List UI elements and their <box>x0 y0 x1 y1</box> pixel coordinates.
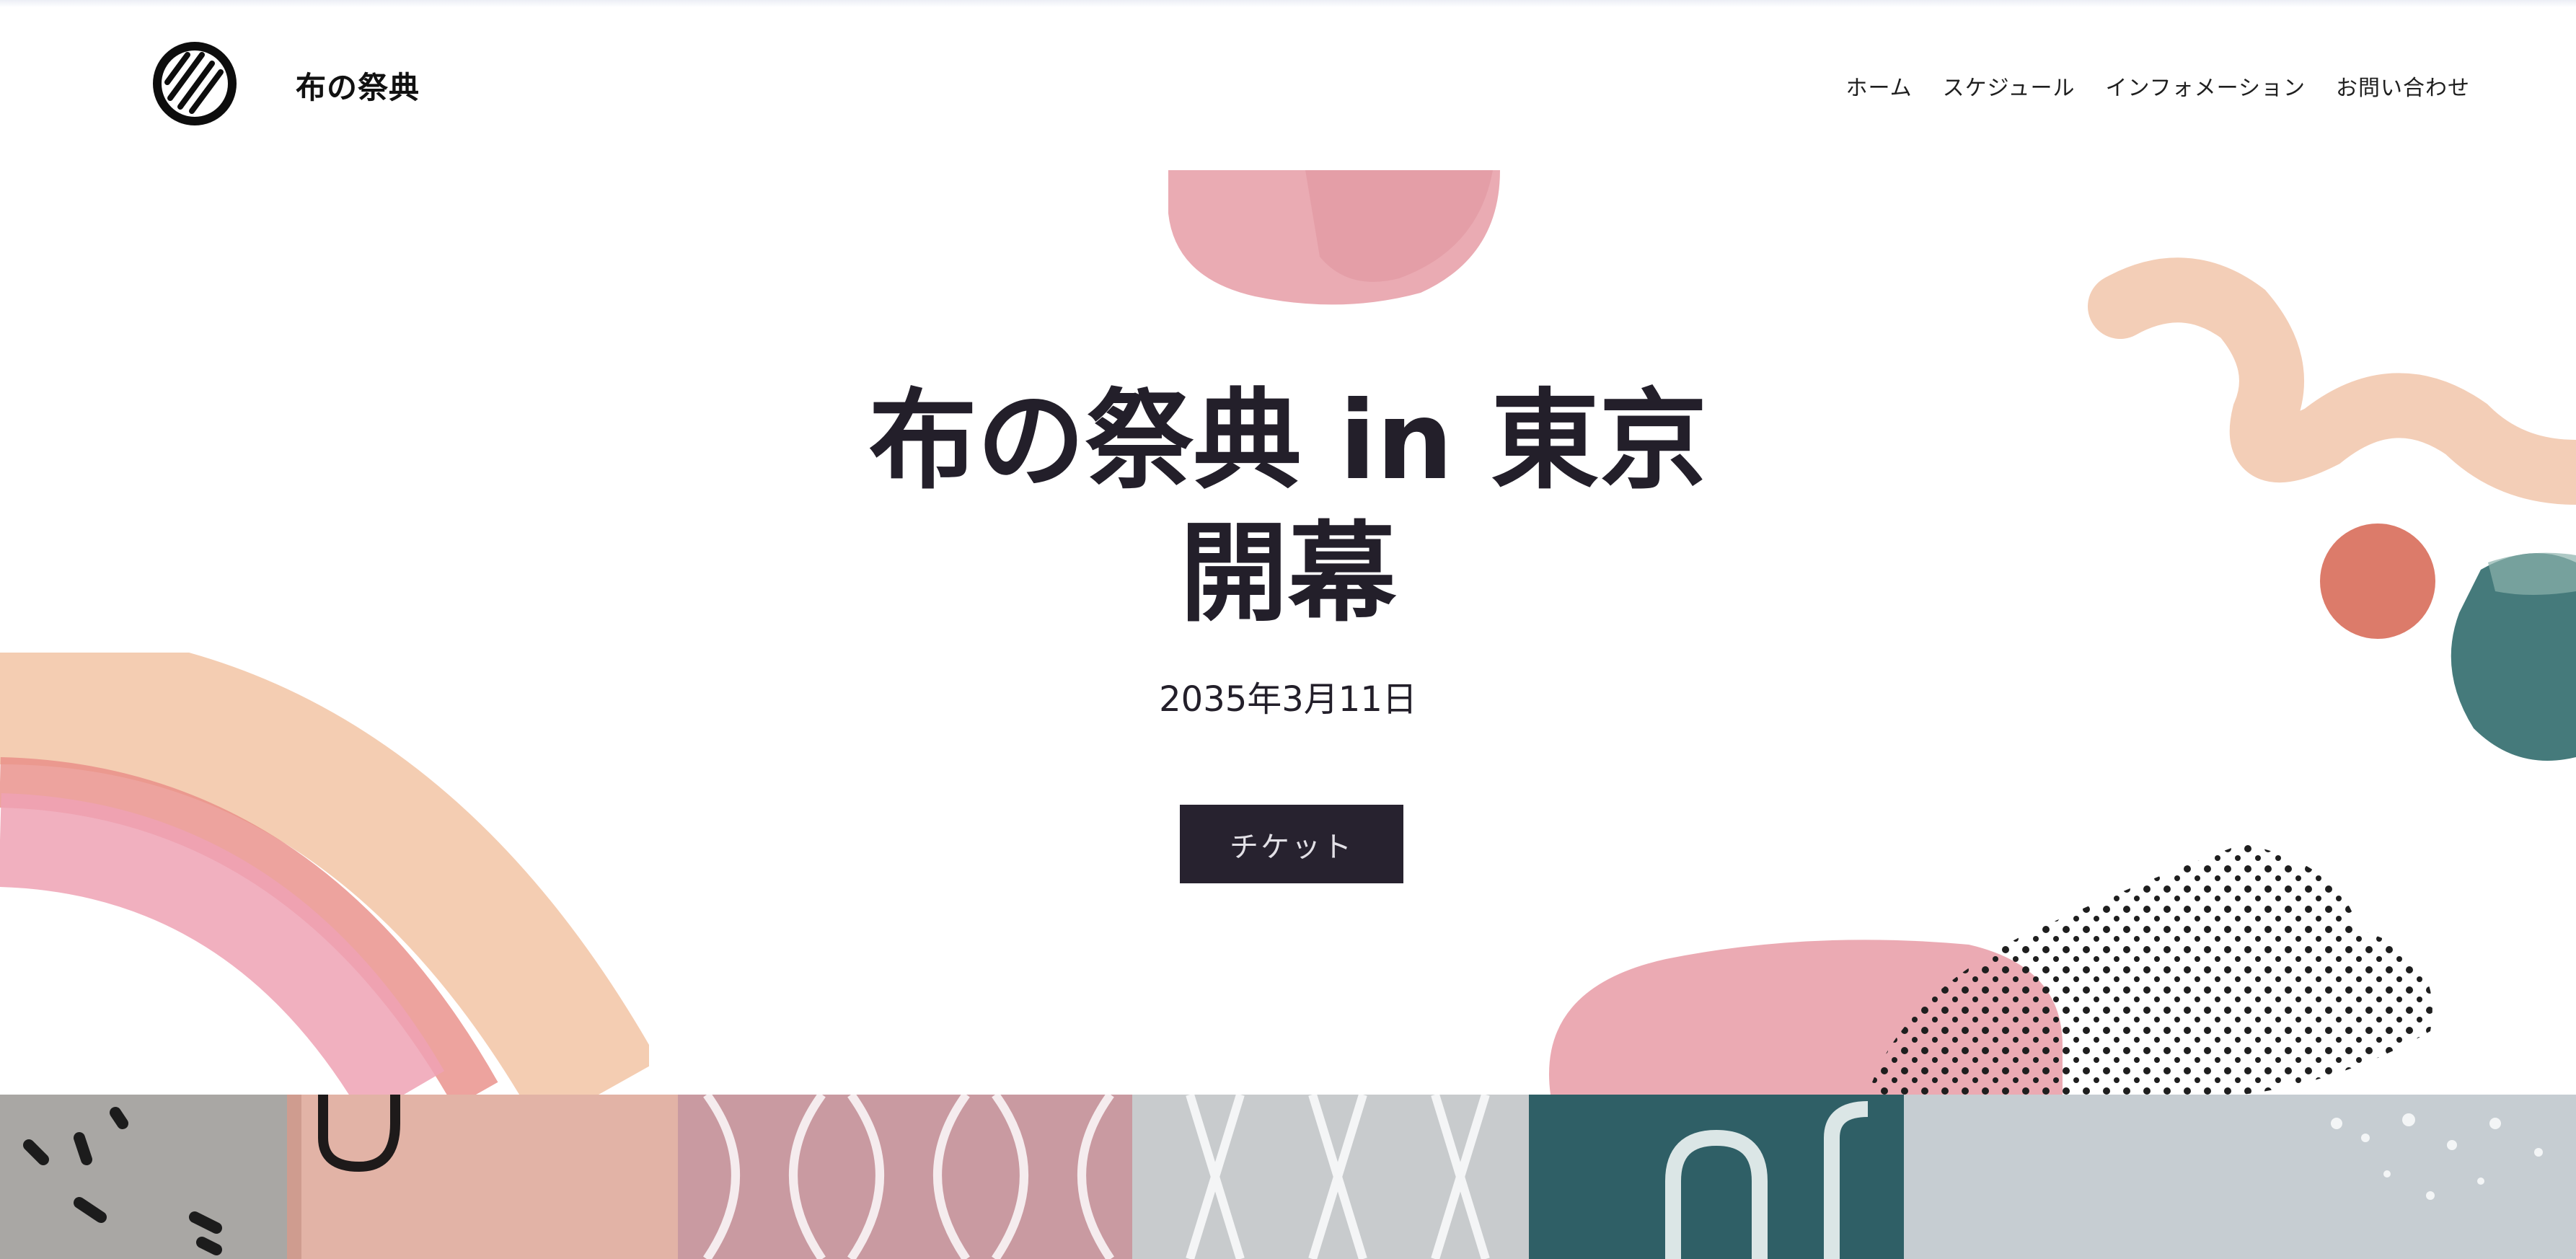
nav-information[interactable]: インフォメーション <box>2106 70 2306 102</box>
hero-title: 布の祭典 in 東京 開幕 <box>0 375 2576 640</box>
watercolor-blob-top <box>1168 170 1500 305</box>
ticket-button[interactable]: チケット <box>1180 805 1403 883</box>
fabric-teal-arcs <box>1529 1095 1904 1259</box>
nav-contact[interactable]: お問い合わせ <box>2336 70 2470 102</box>
nav-schedule[interactable]: スケジュール <box>1943 70 2076 102</box>
fabric-gray-diamonds <box>1132 1095 1529 1259</box>
dotted-pattern <box>1868 844 2432 1095</box>
fabric-strip <box>0 1095 2576 1259</box>
event-date: 2035年3月11日 <box>1159 679 1417 720</box>
hero-title-line1: 布の祭典 in 東京 <box>868 379 1708 504</box>
nav-home[interactable]: ホーム <box>1845 70 1912 102</box>
site-header: 布の祭典 ホーム スケジュール インフォメーション お問い合わせ <box>0 0 2576 170</box>
fabric-rose-waves <box>678 1095 1132 1259</box>
fabric-pink-arches <box>287 1095 678 1259</box>
main-nav: ホーム スケジュール インフォメーション お問い合わせ <box>1845 70 2470 102</box>
site-brand[interactable]: 布の祭典 <box>296 63 420 107</box>
striped-circle-logo[interactable] <box>151 40 238 127</box>
fabric-pale-speckle <box>1904 1095 2576 1259</box>
hero-title-line2: 開幕 <box>1179 511 1396 637</box>
fabric-gray-dashes <box>0 1095 288 1259</box>
